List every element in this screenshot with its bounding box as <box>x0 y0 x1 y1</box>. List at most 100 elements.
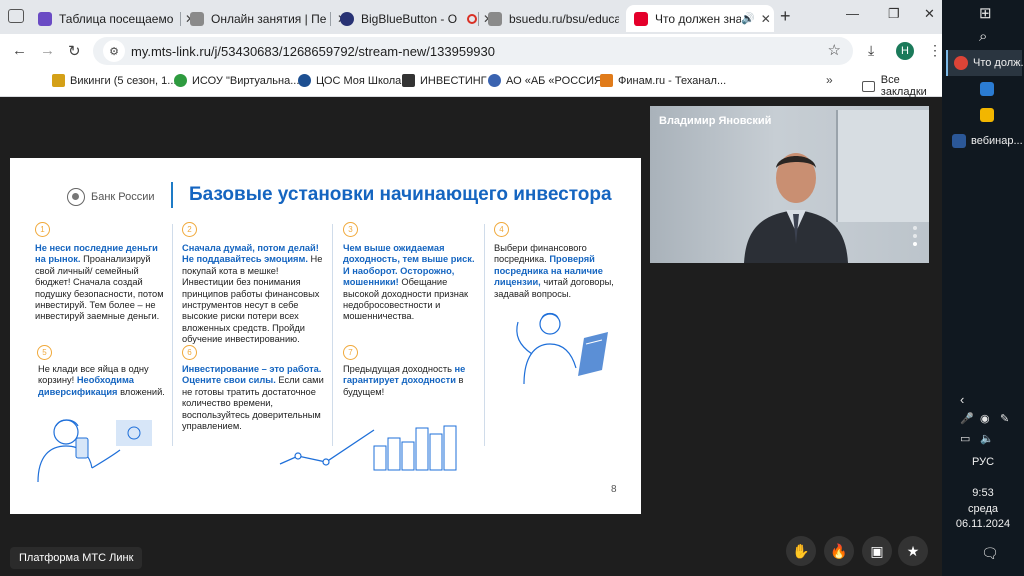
item-number: 5 <box>37 345 52 360</box>
tab-online-classes[interactable]: Онлайн занятия | Пе ✕ <box>182 5 347 32</box>
taskbar-app-label: Что долж... <box>973 57 1024 69</box>
all-bookmarks-button[interactable]: Все закладки <box>862 74 942 98</box>
volume-icon[interactable]: 🔈 <box>980 432 994 445</box>
slide-page-number: 8 <box>611 484 617 495</box>
page-icon <box>488 11 502 26</box>
forward-icon[interactable]: → <box>40 42 55 59</box>
more-bookmarks-icon[interactable]: » <box>826 73 833 87</box>
bookmark-label: ИНВЕСТИНГ <box>420 74 487 87</box>
bookmark-item[interactable]: ИСОУ "Виртуальна... <box>174 74 299 87</box>
tip-text: Не покупай кота в мешке! Инвестиции без … <box>182 254 323 345</box>
tab-title: BigBlueButton - О <box>361 11 458 26</box>
network-icon[interactable]: ◉ <box>980 412 990 425</box>
tray-expand-icon[interactable]: ‹ <box>960 392 964 407</box>
bookmark-item[interactable]: ЦОС Моя Школа <box>298 74 401 87</box>
minimize-icon[interactable]: — <box>846 6 859 21</box>
language-indicator[interactable]: РУС <box>942 456 1024 468</box>
reaction-button[interactable]: 🔥 <box>824 536 854 566</box>
download-icon[interactable]: ⤓ <box>868 42 874 59</box>
clock-time[interactable]: 9:53 <box>942 487 1024 499</box>
bbb-icon <box>340 11 354 26</box>
title-divider <box>171 182 173 208</box>
speaker-figure <box>744 153 848 263</box>
windows-start-icon[interactable]: ⊞ <box>979 4 992 22</box>
taskbar-app-word[interactable]: вебинар... <box>952 134 1023 148</box>
site-info-icon[interactable]: ⚙ <box>103 40 125 62</box>
chrome-icon <box>954 56 968 70</box>
bookmark-item[interactable]: АО «АБ «РОССИЯ» <box>488 74 608 87</box>
notifications-icon[interactable]: 🗨 <box>981 545 999 562</box>
new-tab-icon[interactable]: + <box>780 6 791 27</box>
tab-search-icon[interactable] <box>8 9 24 23</box>
close-window-icon[interactable]: ✕ <box>924 6 935 22</box>
flame-icon: 🔥 <box>830 542 848 559</box>
item-number: 7 <box>343 345 358 360</box>
bookmarks-bar: Викинги (5 сезон, 1... ИСОУ "Виртуальна.… <box>0 68 942 98</box>
bookmark-label: Финам.ru - Теханал... <box>618 74 727 87</box>
tip-4: Выбери финансового посредника. Проверяй … <box>494 243 614 300</box>
person-with-phone-illustration <box>37 419 152 483</box>
tab-bigbluebutton[interactable]: BigBlueButton - О ✕ <box>332 5 493 32</box>
word-icon <box>952 134 966 148</box>
browser-window: Таблица посещаемо ✕ Онлайн занятия | Пе … <box>0 0 942 98</box>
video-pager-dots[interactable] <box>913 226 917 250</box>
star-icon: ★ <box>906 542 920 559</box>
bookmark-label: ЦОС Моя Школа <box>316 74 402 87</box>
microphone-icon[interactable]: 🎤 <box>960 412 974 425</box>
bookmark-label: Викинги (5 сезон, 1... <box>70 74 177 87</box>
taskbar-app-calculator[interactable] <box>980 82 999 96</box>
bookmark-item[interactable]: ИНВЕСТИНГ <box>402 74 487 87</box>
back-icon[interactable]: ← <box>12 42 27 59</box>
pen-icon[interactable]: ✎ <box>1000 412 1009 425</box>
profile-avatar[interactable]: Н <box>896 42 914 60</box>
restore-icon[interactable]: ❐ <box>888 6 900 22</box>
bank-name: Банк России <box>91 191 155 203</box>
tip-highlight: Сначала думай, потом делай! Не поддавайт… <box>182 243 319 265</box>
taskbar-app-explorer[interactable] <box>980 108 999 122</box>
bookmark-item[interactable]: Финам.ru - Теханал... <box>600 74 726 87</box>
tip-6: Инвестирование – это работа. Оцените сво… <box>182 364 328 432</box>
url-text: my.mts-link.ru/j/53430683/1268659792/str… <box>131 43 495 59</box>
mts-link-icon <box>634 11 648 26</box>
tab-bsuedu[interactable]: bsuedu.ru/bsu/educat ✕ <box>480 5 635 32</box>
close-icon[interactable]: ✕ <box>761 12 771 26</box>
reload-icon[interactable]: ↻ <box>68 42 81 60</box>
browser-toolbar: ← → ↻ ⚙ my.mts-link.ru/j/53430683/126865… <box>0 34 942 68</box>
battery-icon[interactable]: ▭ <box>960 432 970 445</box>
bookmark-star-icon[interactable]: ☆ <box>828 41 841 59</box>
recording-icon <box>467 13 477 24</box>
page-icon <box>190 11 204 26</box>
item-number: 6 <box>182 345 197 360</box>
tab-mts-link[interactable]: Что должен знат 🔊 ✕ <box>626 5 774 32</box>
tip-5: Не клади все яйца в одну корзину! Необхо… <box>38 364 168 398</box>
speaker-video[interactable]: Владимир Яновский <box>650 106 929 263</box>
favorite-button[interactable]: ★ <box>898 536 928 566</box>
platform-label: Платформа МТС Линк <box>10 547 143 569</box>
finam-icon <box>600 74 613 87</box>
item-number: 1 <box>35 222 50 237</box>
menu-icon[interactable]: ⋮ <box>928 42 942 59</box>
docs-icon <box>38 11 52 26</box>
tab-attendance[interactable]: Таблица посещаемо ✕ <box>30 5 195 32</box>
clock-date[interactable]: 06.11.2024 <box>942 518 1024 530</box>
tab-strip: Таблица посещаемо ✕ Онлайн занятия | Пе … <box>0 0 942 34</box>
audio-icon[interactable]: 🔊 <box>741 12 755 25</box>
raise-hand-button[interactable]: ✋ <box>786 536 816 566</box>
bookmark-item[interactable]: Викинги (5 сезон, 1... <box>52 74 176 87</box>
tab-divider <box>180 12 181 26</box>
tip-2: Сначала думай, потом делай! Не поддавайт… <box>182 243 328 346</box>
taskbar-app-chrome[interactable]: Что долж... <box>946 50 1024 76</box>
school-icon <box>298 74 311 87</box>
speaker-name: Владимир Яновский <box>659 115 772 127</box>
address-bar[interactable]: ⚙ my.mts-link.ru/j/53430683/1268659792/s… <box>93 37 853 65</box>
column-divider <box>484 224 485 446</box>
clock-day[interactable]: среда <box>942 503 1024 515</box>
eagle-emblem-icon <box>67 188 85 206</box>
calculator-icon <box>980 82 994 96</box>
tip-text: Проанализируй свой личный/ семейный бюдж… <box>35 254 164 322</box>
layout-button[interactable]: ▣ <box>862 536 892 566</box>
bookmark-label: ИСОУ "Виртуальна... <box>192 74 300 87</box>
slide-title: Базовые установки начинающего инвестора <box>189 184 612 205</box>
search-icon[interactable]: ⌕ <box>979 28 987 45</box>
tip-text: вложений. <box>120 386 165 397</box>
